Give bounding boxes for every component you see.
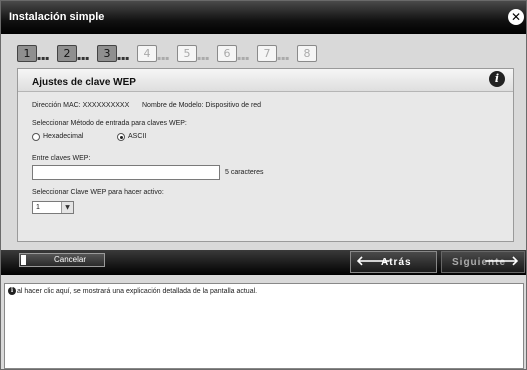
title-bar: Instalación simple ✕	[1, 1, 526, 34]
step-6-dots: ▪▪▪	[237, 55, 250, 62]
back-button[interactable]: 🡐 Atrás	[350, 251, 437, 273]
wep-key-hint: 5 caracteres	[225, 169, 264, 176]
close-icon[interactable]: ✕	[508, 9, 524, 25]
step-7: 7	[257, 45, 277, 62]
step-1: 1	[17, 45, 37, 62]
back-button-label: Atrás	[381, 257, 412, 268]
step-2-dots: ▪▪▪	[77, 55, 90, 62]
chevron-down-icon[interactable]: ▼	[61, 202, 73, 213]
panel-header: Ajustes de clave WEP i	[18, 69, 513, 92]
active-key-value: 1	[36, 204, 40, 211]
panel-title: Ajustes de clave WEP	[32, 77, 136, 88]
step-7-dots: ▪▪▪	[277, 55, 290, 62]
active-key-select[interactable]: 1 ▼	[32, 201, 74, 214]
wep-key-label: Entre claves WEP:	[32, 155, 91, 162]
ascii-radio[interactable]	[117, 133, 125, 141]
model-name-label: Nombre de Modelo: Dispositivo de red	[142, 102, 262, 109]
step-6: 6	[217, 45, 237, 62]
setup-window: Instalación simple ✕ 1 ▪▪▪ 2 ▪▪▪ 3 ▪▪▪ 4…	[0, 0, 527, 370]
next-button[interactable]: Siguiente 🡒	[441, 251, 525, 273]
step-3-dots: ▪▪▪	[117, 55, 130, 62]
hexadecimal-radio[interactable]	[32, 133, 40, 141]
cancel-button-label: Cancelar	[54, 255, 87, 264]
help-text: al hacer clic aquí, se mostrará una expl…	[17, 288, 258, 295]
cancel-marker-icon	[21, 255, 26, 265]
step-4-dots: ▪▪▪	[157, 55, 170, 62]
info-icon: i	[8, 287, 16, 295]
step-1-dots: ▪▪▪	[37, 55, 50, 62]
input-method-label: Seleccionar Método de entrada para clave…	[32, 120, 187, 127]
wep-key-input[interactable]	[32, 165, 220, 180]
ascii-label[interactable]: ASCII	[128, 133, 146, 140]
step-2: 2	[57, 45, 77, 62]
step-5: 5	[177, 45, 197, 62]
mac-address-label: Dirección MAC: XXXXXXXXXX	[32, 102, 130, 109]
arrow-right-icon: 🡒	[484, 254, 519, 269]
step-3: 3	[97, 45, 117, 62]
step-4: 4	[137, 45, 157, 62]
wep-settings-panel: Ajustes de clave WEP i Dirección MAC: XX…	[17, 68, 514, 242]
window-title: Instalación simple	[9, 11, 105, 23]
hexadecimal-label[interactable]: Hexadecimal	[43, 133, 83, 140]
info-icon[interactable]: i	[489, 71, 505, 87]
active-key-label: Seleccionar Clave WEP para hacer activo:	[32, 189, 164, 196]
help-area[interactable]: i al hacer clic aquí, se mostrará una ex…	[4, 283, 524, 369]
step-5-dots: ▪▪▪	[197, 55, 210, 62]
cancel-button[interactable]: Cancelar	[19, 253, 105, 267]
step-8: 8	[297, 45, 317, 62]
